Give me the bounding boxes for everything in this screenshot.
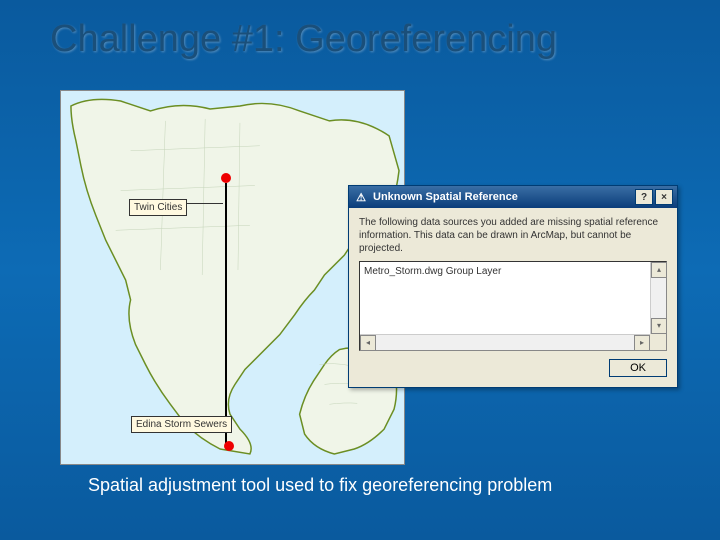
map-label-storm-sewers: Edina Storm Sewers — [131, 416, 232, 433]
scroll-corner — [650, 334, 666, 350]
spatial-reference-dialog: ⚠ Unknown Spatial Reference ? × The foll… — [348, 185, 678, 388]
scroll-down-button[interactable]: ▾ — [651, 318, 667, 334]
scroll-left-button[interactable]: ◂ — [360, 335, 376, 351]
dialog-titlebar[interactable]: ⚠ Unknown Spatial Reference ? × — [349, 186, 677, 208]
scroll-up-button[interactable]: ▴ — [651, 262, 667, 278]
horizontal-scrollbar[interactable]: ◂ ▸ — [360, 334, 650, 350]
map-label-twin-cities: Twin Cities — [129, 199, 187, 216]
dialog-message: The following data sources you added are… — [359, 216, 667, 255]
data-sources-listbox[interactable]: Metro_Storm.dwg Group Layer ▴ ▾ ◂ ▸ — [359, 261, 667, 351]
help-button[interactable]: ? — [635, 189, 653, 205]
point-marker-top — [221, 173, 231, 183]
vertical-scrollbar[interactable]: ▴ ▾ — [650, 262, 666, 334]
label-leader-top — [183, 203, 223, 204]
connector-line — [225, 183, 227, 443]
slide-title: Challenge #1: Georeferencing — [50, 18, 557, 61]
warning-icon: ⚠ — [353, 189, 369, 205]
slide-caption: Spatial adjustment tool used to fix geor… — [88, 475, 552, 496]
ok-button[interactable]: OK — [609, 359, 667, 377]
dialog-body: The following data sources you added are… — [349, 208, 677, 387]
list-item[interactable]: Metro_Storm.dwg Group Layer — [362, 264, 664, 279]
point-marker-bottom — [224, 441, 234, 451]
scroll-right-button[interactable]: ▸ — [634, 335, 650, 351]
dialog-title-text: Unknown Spatial Reference — [373, 191, 518, 203]
close-button[interactable]: × — [655, 189, 673, 205]
